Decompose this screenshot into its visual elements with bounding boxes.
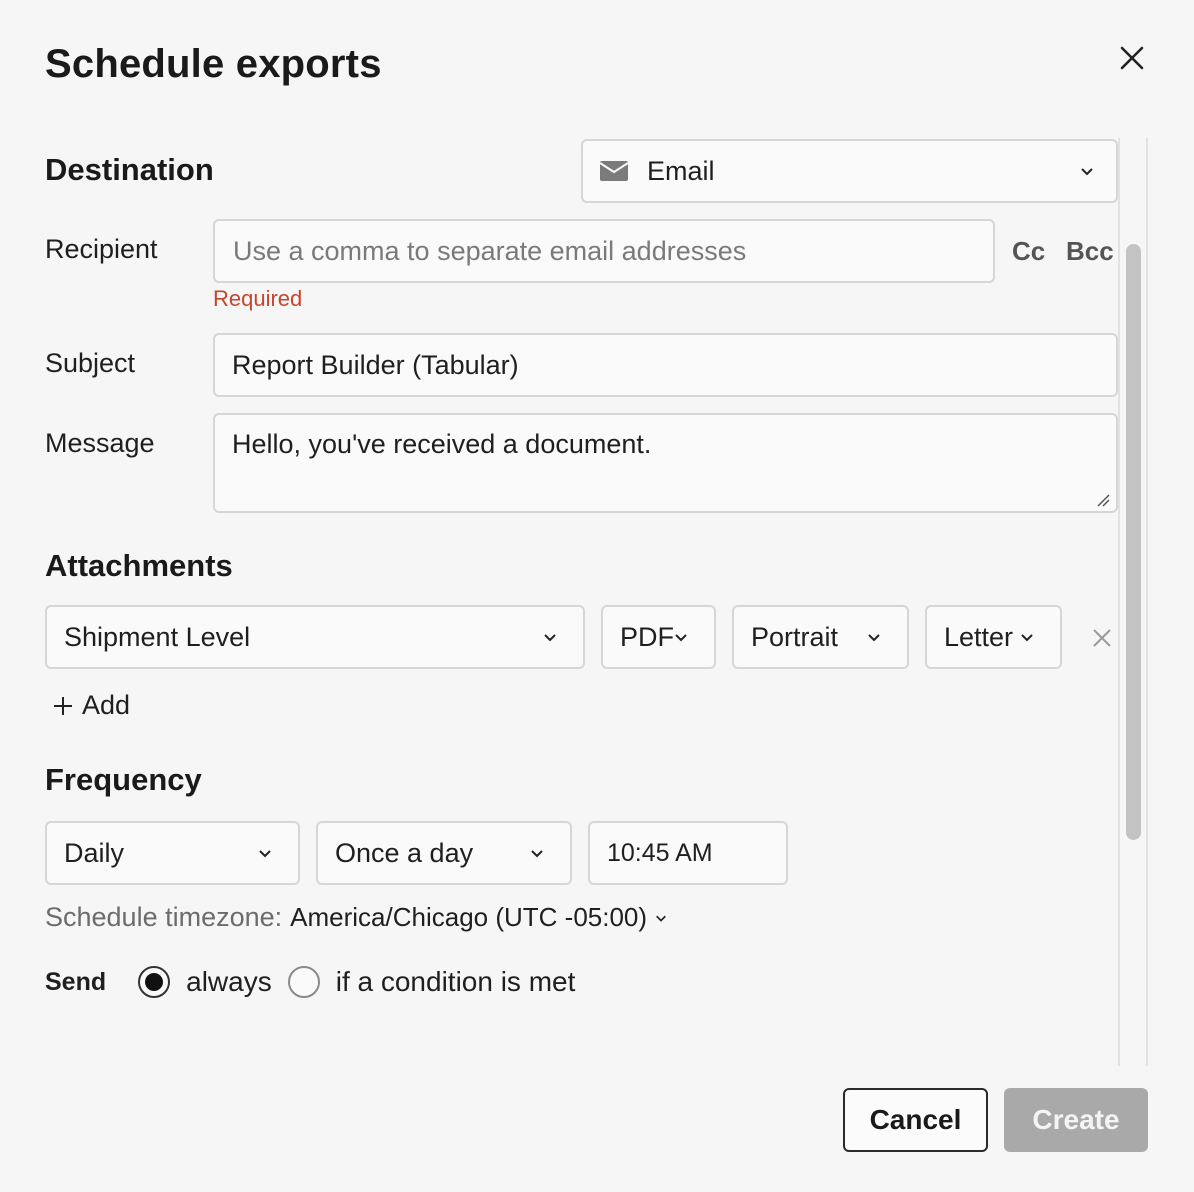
radio-selected-dot	[145, 973, 164, 991]
close-button[interactable]	[1112, 38, 1152, 78]
bcc-button[interactable]: Bcc	[1066, 236, 1114, 267]
recipient-input-box[interactable]: Use a comma to separate email addresses	[213, 219, 995, 283]
send-condition-radio[interactable]	[287, 966, 320, 998]
timezone-select[interactable]: America/Chicago (UTC -05:00)	[290, 902, 647, 933]
time-value: 10:45 AM	[607, 838, 713, 867]
send-always-radio[interactable]	[138, 966, 171, 998]
message-textarea[interactable]: Hello, you've received a document.	[213, 413, 1118, 513]
attachment-orientation-value: Portrait	[751, 621, 839, 652]
scrollbar-thumb[interactable]	[1126, 244, 1141, 840]
attachment-level-value: Shipment Level	[64, 621, 251, 652]
send-always-label[interactable]: always	[186, 966, 272, 998]
chevron-down-icon	[259, 850, 271, 858]
schedule-exports-dialog: Schedule exports Destination Email Recip…	[0, 0, 1194, 1192]
chevron-down-icon	[868, 634, 880, 642]
chevron-down-icon	[1021, 634, 1033, 642]
cc-button[interactable]: Cc	[1012, 236, 1045, 267]
chevron-down-icon	[675, 634, 687, 642]
attachment-format-value: PDF	[620, 621, 674, 652]
add-attachment-label: Add	[82, 690, 131, 720]
attachment-format-select[interactable]: PDF	[601, 605, 716, 669]
recipient-label: Recipient	[45, 234, 158, 264]
close-icon	[1120, 46, 1144, 70]
subject-label: Subject	[45, 348, 136, 378]
frequency-period-select[interactable]: Daily	[45, 821, 300, 885]
send-condition-label[interactable]: if a condition is met	[336, 966, 576, 998]
dialog-title: Schedule exports	[45, 42, 382, 86]
frequency-heading: Frequency	[45, 762, 202, 797]
subject-input[interactable]: Report Builder (Tabular)	[213, 333, 1118, 397]
recipient-input[interactable]: Use a comma to separate email addresses	[233, 236, 975, 267]
resize-handle-icon[interactable]	[1096, 493, 1110, 507]
message-label: Message	[45, 428, 155, 458]
chevron-down-icon	[531, 850, 543, 858]
frequency-times-value: Once a day	[335, 837, 474, 868]
attachments-heading: Attachments	[45, 548, 233, 583]
recipient-error: Required	[213, 286, 303, 311]
frequency-period-value: Daily	[64, 837, 125, 868]
destination-select[interactable]: Email	[581, 139, 1118, 203]
timezone-row: Schedule timezone: America/Chicago (UTC …	[45, 902, 667, 933]
time-input[interactable]: 10:45 AM	[588, 821, 788, 885]
add-attachment-button[interactable]: Add	[52, 690, 130, 721]
message-value: Hello, you've received a document.	[232, 429, 652, 459]
destination-value: Email	[647, 155, 715, 186]
chevron-down-icon	[544, 634, 556, 642]
create-button[interactable]: Create	[1004, 1088, 1148, 1152]
chevron-down-icon[interactable]	[655, 912, 667, 924]
destination-heading: Destination	[45, 152, 214, 187]
send-label: Send	[45, 967, 107, 996]
attachment-orientation-select[interactable]: Portrait	[732, 605, 909, 669]
envelope-icon	[599, 161, 629, 181]
subject-value: Report Builder (Tabular)	[232, 349, 519, 380]
frequency-times-select[interactable]: Once a day	[316, 821, 572, 885]
timezone-label: Schedule timezone:	[45, 902, 283, 932]
remove-attachment-icon[interactable]	[1092, 628, 1112, 648]
chevron-down-icon	[1081, 168, 1093, 176]
attachment-paper-value: Letter	[944, 621, 1014, 652]
cancel-button[interactable]: Cancel	[843, 1088, 988, 1152]
attachment-paper-select[interactable]: Letter	[925, 605, 1062, 669]
plus-icon	[54, 696, 72, 715]
attachment-level-select[interactable]: Shipment Level	[45, 605, 585, 669]
send-row: Send always if a condition is met	[45, 966, 591, 998]
